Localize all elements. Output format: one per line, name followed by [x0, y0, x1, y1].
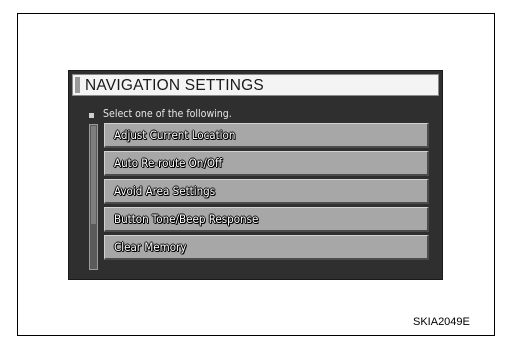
menu-item-label: Clear Memory — [114, 240, 187, 254]
menu-item-label: Auto Re-route On/Off — [114, 156, 223, 170]
menu-item-label: Avoid Area Settings — [114, 184, 216, 198]
navigation-screen: NAVIGATION SETTINGS Select one of the fo… — [68, 70, 443, 280]
menu-item-button-tone[interactable]: Button Tone/Beep Response — [104, 207, 429, 232]
instruction-text: Select one of the following. — [103, 108, 232, 120]
menu-item-label: Button Tone/Beep Response — [114, 212, 259, 226]
settings-menu: Adjust Current Location Auto Re-route On… — [104, 123, 429, 263]
menu-item-adjust-current-location[interactable]: Adjust Current Location — [104, 123, 429, 148]
figure-id-label: SKIA2049E — [413, 316, 470, 328]
scrollbar-thumb[interactable] — [91, 126, 96, 224]
page-title: NAVIGATION SETTINGS — [85, 77, 264, 94]
menu-item-auto-reroute[interactable]: Auto Re-route On/Off — [104, 151, 429, 176]
menu-item-clear-memory[interactable]: Clear Memory — [104, 235, 429, 260]
menu-item-avoid-area-settings[interactable]: Avoid Area Settings — [104, 179, 429, 204]
menu-item-label: Adjust Current Location — [114, 128, 236, 142]
title-accent-bar — [75, 77, 80, 93]
bullet-icon — [89, 113, 94, 118]
title-bar: NAVIGATION SETTINGS — [72, 74, 439, 96]
scrollbar[interactable] — [89, 124, 98, 270]
